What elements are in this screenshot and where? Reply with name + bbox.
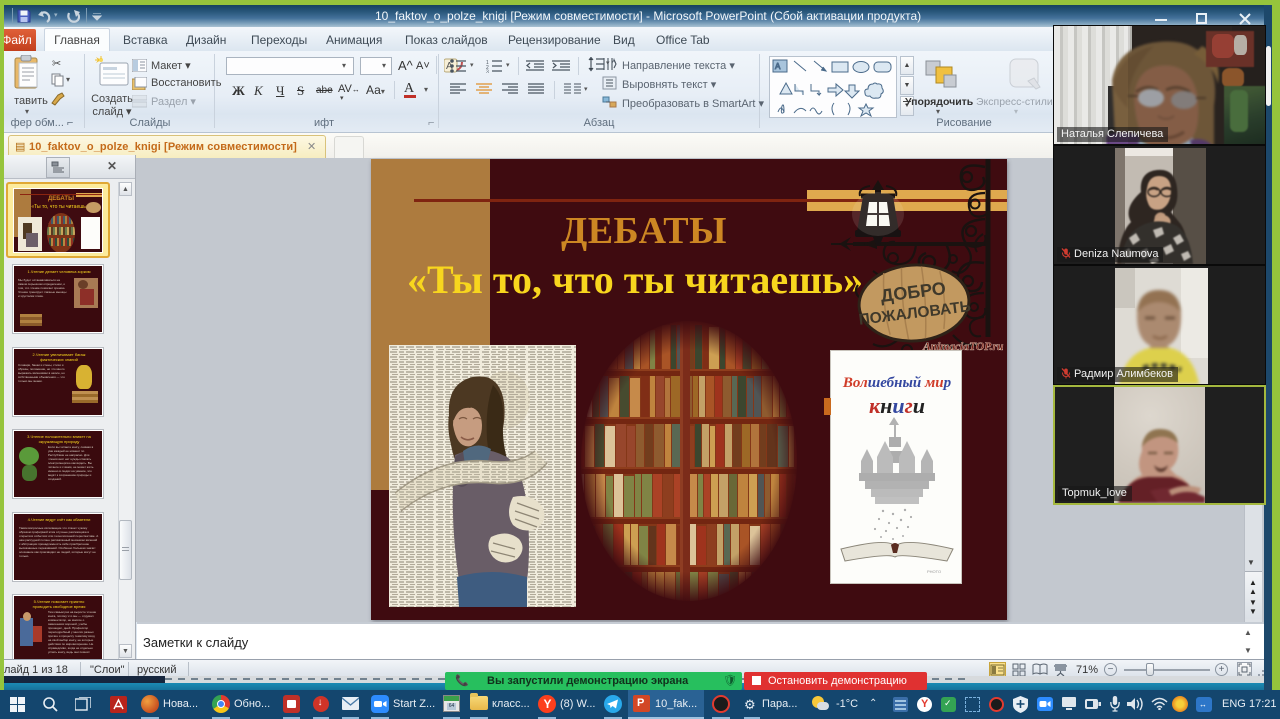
svg-text:A: A <box>775 62 781 71</box>
svg-text:3: 3 <box>486 70 489 74</box>
svg-text:A: A <box>612 59 616 65</box>
svg-text:PHOTO: PHOTO <box>927 569 941 574</box>
